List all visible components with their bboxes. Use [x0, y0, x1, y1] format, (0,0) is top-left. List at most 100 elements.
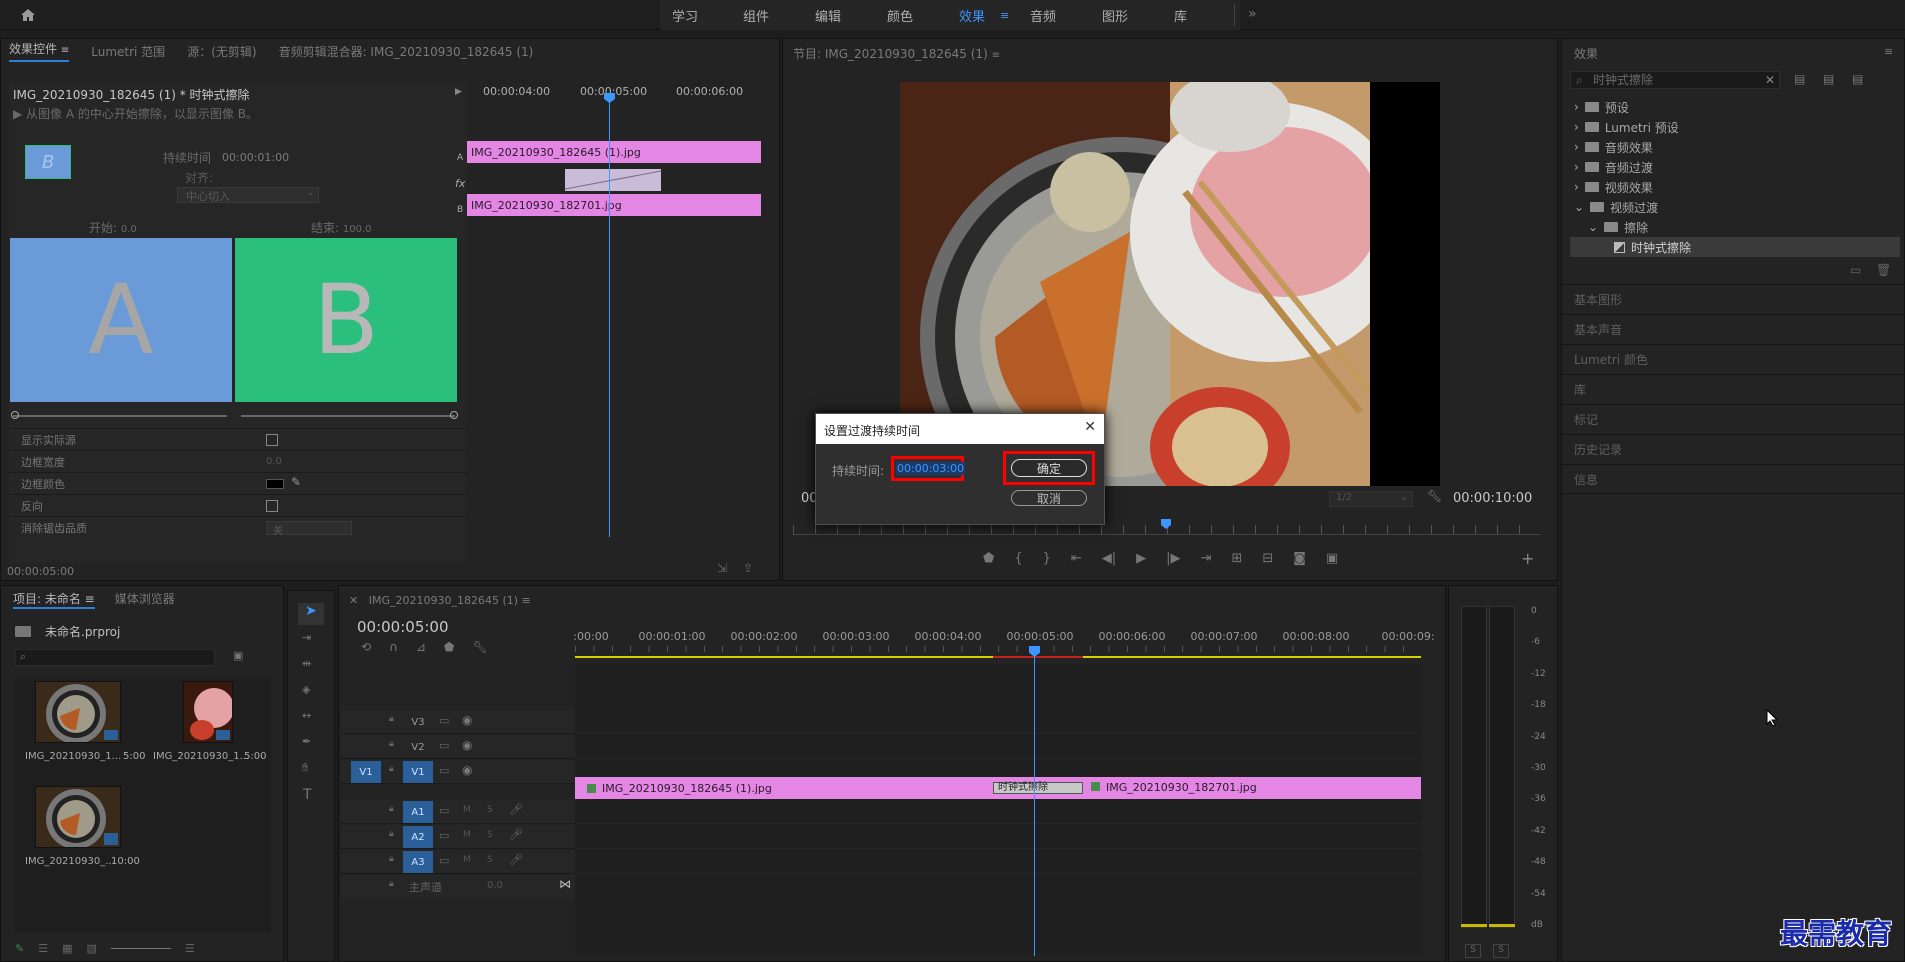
track-target-a3[interactable]: A3 [403, 851, 433, 873]
lock-icon[interactable]: 🔒︎ [389, 854, 394, 864]
mini-playhead[interactable] [609, 97, 610, 537]
settings-wrench-icon[interactable]: 🔧︎ [472, 640, 487, 654]
lock-icon[interactable]: 🔒︎ [389, 764, 394, 774]
sync-lock-icon[interactable]: ▭ [439, 829, 449, 842]
eye-icon[interactable]: ◉ [462, 713, 472, 727]
track-target-v3[interactable]: V3 [403, 711, 433, 733]
linked-selection-icon[interactable]: ⊿ [416, 640, 426, 654]
section-lumetri-color[interactable]: Lumetri 颜色 [1562, 344, 1905, 374]
track-target-a2[interactable]: A2 [403, 826, 433, 848]
workspace-menu-icon[interactable]: ≡ [1000, 9, 1009, 22]
track-header-a1[interactable]: 🔒︎ A1 M S 🎤︎ ▭ [341, 800, 575, 824]
track-lane[interactable] [575, 710, 1421, 734]
tree-item-lumetri-presets[interactable]: › Lumetri 预设 [1570, 117, 1900, 137]
type-tool-icon[interactable]: T [303, 787, 312, 803]
track-header-a3[interactable]: 🔒︎ A3 M S 🎤︎ ▭ [341, 850, 575, 874]
track-header-a2[interactable]: 🔒︎ A2 M S 🎤︎ ▭ [341, 825, 575, 849]
sync-lock-icon[interactable]: ▭ [439, 804, 449, 817]
double-chevron-right-icon[interactable]: » [1248, 6, 1257, 22]
razor-tool-icon[interactable]: ◈ [302, 683, 310, 696]
tree-item-presets[interactable]: › 预设 [1570, 97, 1900, 117]
effects-search[interactable]: ⌕ 时钟式擦除 ✕ [1570, 71, 1780, 89]
yuv-icon[interactable]: ▤ [1852, 72, 1863, 86]
send-icon[interactable]: ⇲ [717, 561, 727, 575]
section-info[interactable]: 信息 [1562, 464, 1905, 494]
lock-icon[interactable]: 🔒︎ [389, 714, 394, 724]
hand-tool-icon[interactable]: ✋︎ [302, 761, 308, 775]
tree-item-wipe[interactable]: ⌄ 擦除 [1570, 217, 1900, 237]
checkbox[interactable] [266, 434, 278, 446]
go-to-out-icon[interactable]: ⇥ [1201, 551, 1212, 566]
aa-select[interactable]: 关 [266, 521, 352, 537]
section-markers[interactable]: 标记 [1562, 404, 1905, 434]
mini-transition[interactable] [565, 169, 661, 191]
microphone-icon[interactable]: 🎤︎ [509, 828, 523, 841]
tree-item-audio-effects[interactable]: › 音频效果 [1570, 137, 1900, 157]
workspace-assembly[interactable]: 组件 [743, 6, 769, 25]
play-icon[interactable]: ▶ [13, 107, 26, 121]
track-target-v1[interactable]: V1 [403, 761, 433, 783]
export-icon[interactable]: ⇪ [743, 561, 753, 575]
nest-icon[interactable]: ⟲ [361, 640, 371, 654]
end-slider[interactable] [241, 415, 455, 417]
selection-tool-icon[interactable]: ➤ [298, 603, 324, 625]
project-item-thumb[interactable] [183, 681, 233, 743]
compare-icon[interactable]: ▣ [1326, 551, 1338, 566]
step-forward-icon[interactable]: |▶ [1166, 551, 1180, 566]
workspace-audio[interactable]: 音频 [1030, 6, 1056, 25]
workspace-libraries[interactable]: 库 [1174, 6, 1187, 25]
play-triangle-icon[interactable]: ▶ [455, 87, 462, 97]
mark-out-icon[interactable]: } [1043, 551, 1051, 566]
project-search[interactable]: ⌕ [15, 649, 215, 666]
section-essential-graphics[interactable]: 基本图形 [1562, 284, 1905, 314]
mini-playhead-handle[interactable] [604, 93, 615, 103]
close-icon[interactable]: ✕ [1084, 419, 1096, 435]
track-target-v2[interactable]: V2 [403, 736, 433, 758]
wrench-icon[interactable]: 🔧︎ [1427, 489, 1442, 503]
icon-view-icon[interactable]: ▦ [62, 942, 72, 955]
home-icon[interactable] [18, 6, 38, 24]
start-slider[interactable] [13, 415, 227, 417]
tree-item-video-transitions[interactable]: ⌄ 视频过渡 [1570, 197, 1900, 217]
close-icon[interactable]: ✕ [1765, 72, 1775, 88]
dialog-duration-input[interactable]: 00:00:03:00 [896, 462, 966, 475]
track-lane[interactable] [575, 850, 1421, 874]
color-swatch[interactable] [266, 479, 284, 489]
workspace-graphics[interactable]: 图形 [1102, 6, 1128, 25]
mini-clip-b[interactable]: IMG_20210930_182701.jpg [467, 194, 761, 216]
add-button-icon[interactable]: + [1521, 549, 1534, 568]
ok-button[interactable]: 确定 [1011, 459, 1087, 477]
section-libraries[interactable]: 库 [1562, 374, 1905, 404]
sync-lock-icon[interactable]: ▭ [439, 714, 449, 727]
tab-media-browser[interactable]: 媒体浏览器 [115, 590, 175, 609]
track-header-v3[interactable]: 🔒︎ V3 ◉ ▭ [341, 710, 575, 734]
tree-item-audio-transitions[interactable]: › 音频过渡 [1570, 157, 1900, 177]
lock-icon[interactable]: 🔒︎ [389, 739, 394, 749]
start-slider-handle[interactable] [11, 411, 19, 419]
workspace-color[interactable]: 颜色 [887, 6, 913, 25]
sync-lock-icon[interactable]: ▭ [439, 854, 449, 867]
extract-icon[interactable]: ⊟ [1262, 551, 1273, 566]
lock-icon[interactable]: ✎ [15, 942, 24, 955]
microphone-icon[interactable]: 🎤︎ [509, 853, 523, 866]
new-bin-icon[interactable]: ▭ [1850, 263, 1861, 277]
align-select[interactable]: 中心切入 ⌄ [177, 187, 319, 203]
solo-right-button[interactable]: S [1493, 944, 1509, 958]
play-icon[interactable]: ▶ [1136, 551, 1146, 566]
zoom-slider[interactable] [110, 948, 171, 949]
tree-item-video-effects[interactable]: › 视频效果 [1570, 177, 1900, 197]
timeline-ruler[interactable]: :00:00 00:00:01:00 00:00:02:00 00:00:03:00 0… [573, 630, 1435, 654]
eye-icon[interactable]: ◉ [462, 738, 472, 752]
track-lane[interactable] [575, 800, 1421, 824]
end-slider-handle[interactable] [450, 411, 458, 419]
zoom-select[interactable]: 1/2 ⌄ [1329, 491, 1413, 507]
track-lane[interactable] [575, 825, 1421, 849]
timeline-timecode[interactable]: 00:00:05:00 [357, 618, 449, 636]
timeline-playhead[interactable] [1034, 648, 1035, 956]
eye-icon[interactable]: ◉ [462, 763, 472, 777]
mute-button[interactable]: M [463, 805, 471, 815]
tab-project[interactable]: 项目: 未命名 ≡ [13, 590, 95, 609]
add-marker-icon[interactable]: ⬟ [444, 640, 454, 654]
close-icon[interactable]: ✕ [349, 594, 362, 607]
lift-icon[interactable]: ⊞ [1231, 551, 1242, 566]
